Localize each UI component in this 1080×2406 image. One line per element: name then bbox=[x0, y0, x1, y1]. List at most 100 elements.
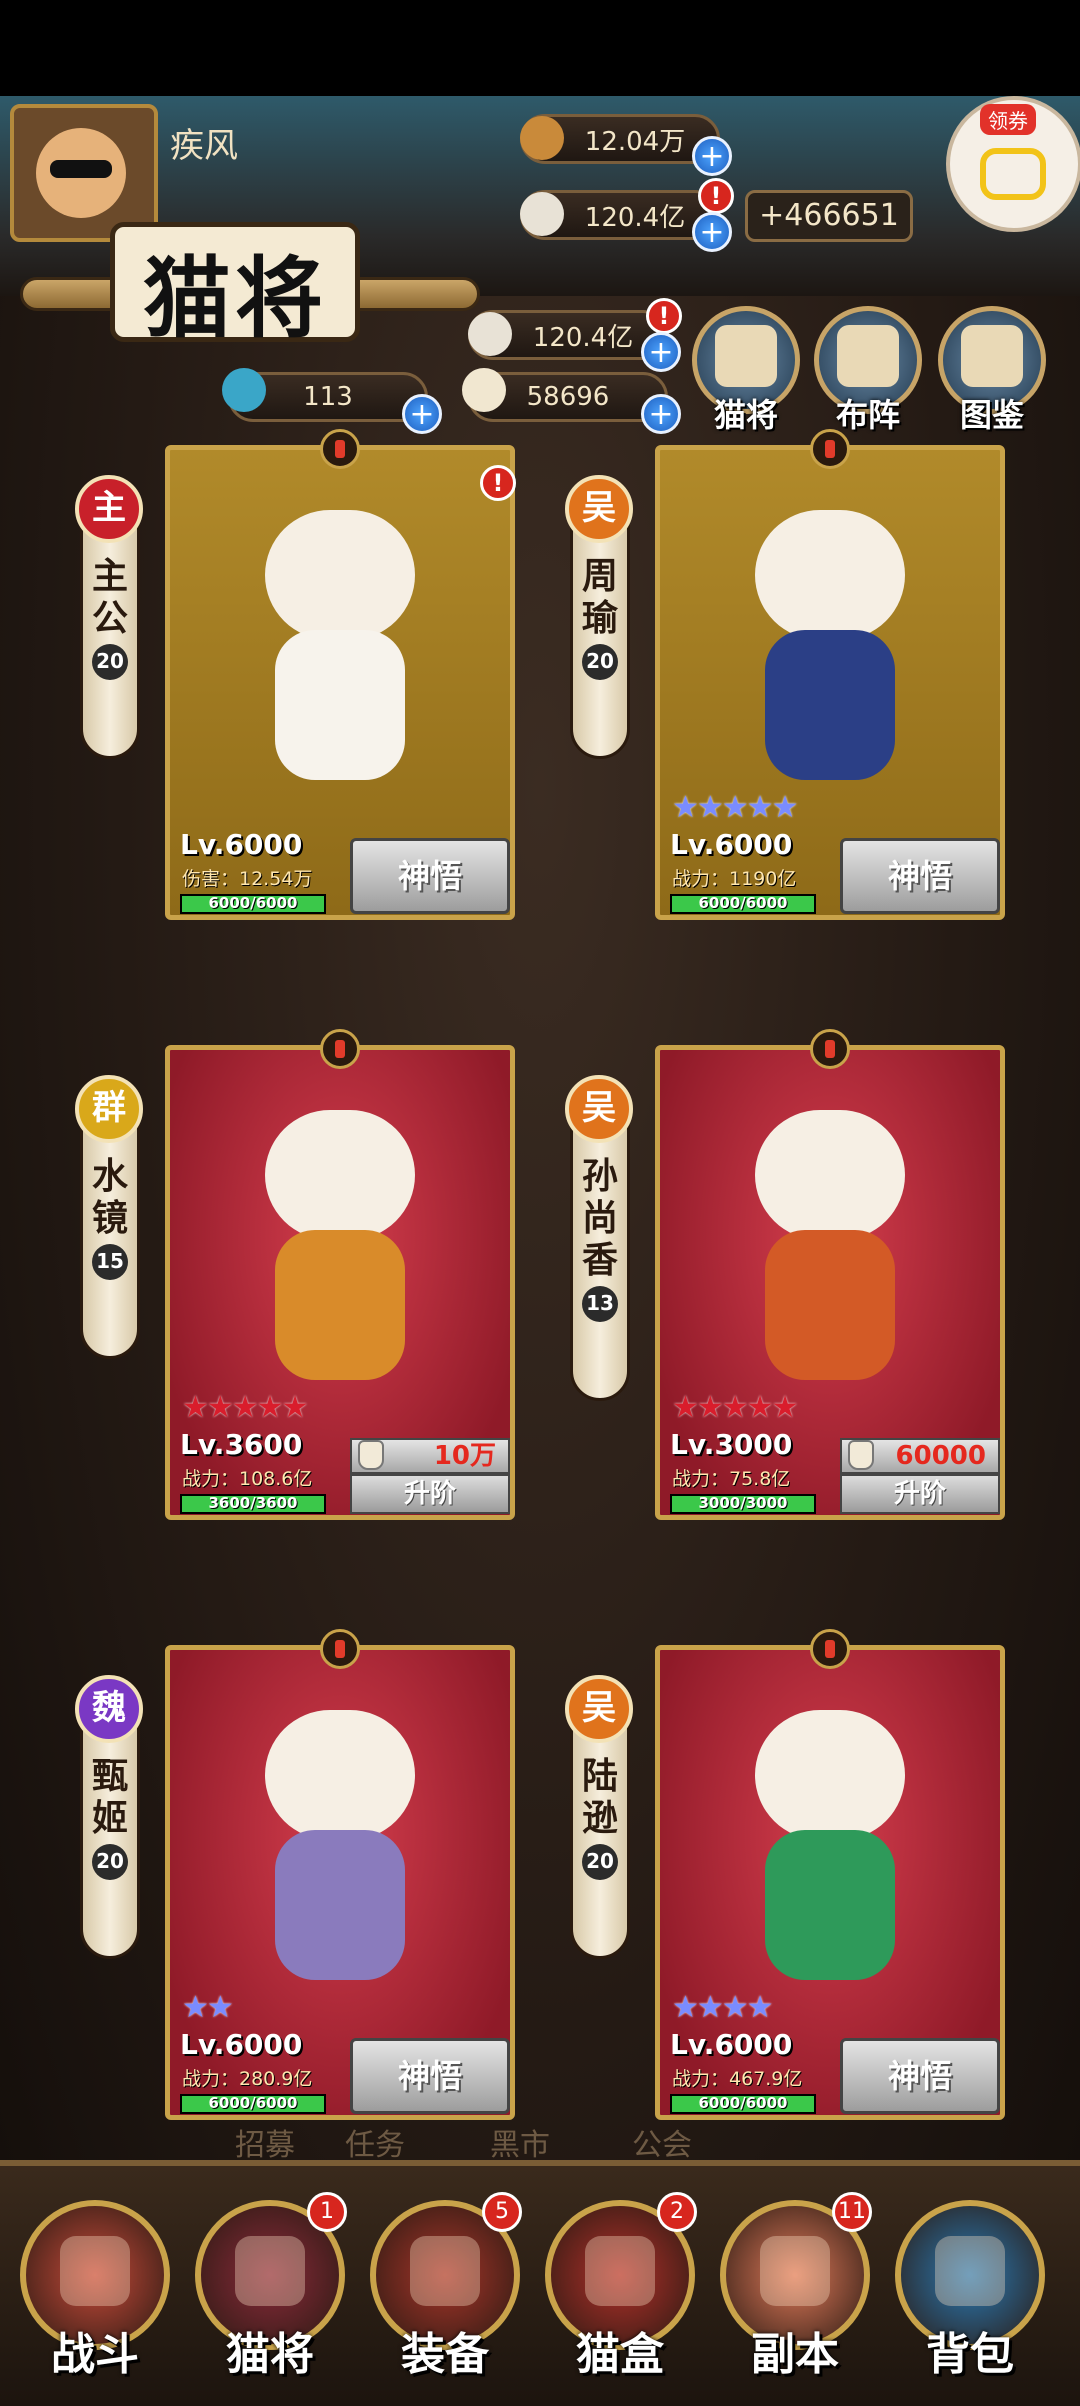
hero-card[interactable]: ★★★★★ Lv.3600 战力：108.6亿 3600/3600 10万 升阶 bbox=[165, 1045, 515, 1520]
hero-portrait bbox=[230, 1700, 450, 2000]
hero-name-char: 陆 bbox=[581, 1755, 618, 1797]
cat-box-icon bbox=[585, 2236, 655, 2306]
hero-power: 战力：280.9亿 bbox=[182, 2068, 313, 2090]
lantern-icon bbox=[810, 1029, 850, 1069]
star-rating: ★★ bbox=[182, 1990, 234, 2025]
hero-level: Lv.3600 bbox=[180, 1428, 303, 1461]
progress-text: 6000/6000 bbox=[208, 2094, 298, 2112]
star-rating: ★★★★★ bbox=[672, 790, 798, 825]
hero-level-tag: 13 bbox=[582, 1286, 618, 1322]
nav-badge: 11 bbox=[832, 2192, 872, 2232]
hero-name-char: 周 bbox=[581, 555, 618, 597]
nav-battle-label: 战斗 bbox=[51, 2329, 139, 2380]
hero-progress-bar: 3000/3000 bbox=[670, 1494, 816, 1514]
awaken-button[interactable]: 神悟 bbox=[350, 838, 510, 914]
upgrade-button[interactable]: 60000 升阶 bbox=[840, 1438, 1000, 1514]
behind-label-guild: 公会 bbox=[632, 2128, 692, 2163]
gamepad-icon bbox=[980, 148, 1046, 200]
cat-body-icon bbox=[765, 1830, 895, 1980]
hero-name-char: 镜 bbox=[91, 1197, 128, 1239]
lantern-icon bbox=[320, 429, 360, 469]
resource-top1-value: 12.04万 bbox=[584, 126, 686, 157]
add-top1-button[interactable]: + bbox=[692, 136, 732, 176]
hero-power: 战力：467.9亿 bbox=[672, 2068, 803, 2090]
lantern-icon bbox=[320, 1029, 360, 1069]
nav-dungeon-label: 副本 bbox=[751, 2329, 839, 2380]
formation-icon bbox=[837, 325, 899, 387]
hero-name-char: 香 bbox=[581, 1239, 618, 1281]
hero-portrait bbox=[230, 1100, 450, 1400]
alert-icon: ! bbox=[480, 465, 516, 501]
hero-progress-bar: 6000/6000 bbox=[180, 2094, 326, 2114]
lantern-icon bbox=[320, 1629, 360, 1669]
hero-name-char: 逊 bbox=[581, 1797, 618, 1839]
resource-mid1-value: 120.4亿 bbox=[532, 322, 634, 353]
faction-badge: 魏 bbox=[75, 1675, 143, 1743]
hero-portrait bbox=[720, 1700, 940, 2000]
bottle-icon bbox=[358, 1440, 384, 1470]
progress-text: 6000/6000 bbox=[698, 894, 788, 912]
upgrade-label: 升阶 bbox=[840, 1474, 1000, 1514]
progress-text: 6000/6000 bbox=[208, 894, 298, 912]
cat-head-icon bbox=[755, 510, 905, 640]
hero-level: Lv.6000 bbox=[180, 828, 303, 861]
hero-name-char: 水 bbox=[91, 1155, 128, 1197]
hero-portrait bbox=[230, 500, 450, 800]
equipment-icon bbox=[410, 2236, 480, 2306]
hero-portrait bbox=[720, 1100, 940, 1400]
gain-readout: +466651 bbox=[745, 190, 913, 242]
hero-card[interactable]: ★★★★★ Lv.3000 战力：75.8亿 3000/3000 60000 升阶 bbox=[655, 1045, 1005, 1520]
hero-progress-bar: 6000/6000 bbox=[180, 894, 326, 914]
awaken-button[interactable]: 神悟 bbox=[840, 838, 1000, 914]
status-bar bbox=[0, 0, 1080, 96]
bottle-icon bbox=[848, 1440, 874, 1470]
hero-card[interactable]: ★★★★ Lv.6000 战力：467.9亿 6000/6000 神悟 bbox=[655, 1645, 1005, 2120]
hero-progress-bar: 6000/6000 bbox=[670, 2094, 816, 2114]
cat-general-icon bbox=[235, 2236, 305, 2306]
hero-power: 战力：108.6亿 bbox=[182, 1468, 313, 1490]
lantern-icon bbox=[810, 1629, 850, 1669]
awaken-button[interactable]: 神悟 bbox=[350, 2038, 510, 2114]
bottle-icon bbox=[462, 368, 506, 412]
cat-body-icon bbox=[275, 630, 405, 780]
awaken-button[interactable]: 神悟 bbox=[840, 2038, 1000, 2114]
hero-progress-bar: 3600/3600 bbox=[180, 1494, 326, 1514]
alert-icon: ! bbox=[698, 178, 734, 214]
hero-name-char: 姬 bbox=[91, 1797, 128, 1839]
behind-label-recruit: 招募 bbox=[235, 2128, 295, 2163]
hero-card[interactable]: ★★★★★ Lv.6000 战力：1190亿 6000/6000 神悟 bbox=[655, 445, 1005, 920]
nav-equipment-label: 装备 bbox=[401, 2329, 489, 2380]
coupon-label: 领券 bbox=[980, 104, 1036, 135]
nav-backpack-label: 背包 bbox=[926, 2329, 1014, 2380]
coupon-button[interactable]: 领券 bbox=[950, 100, 1078, 228]
backpack-icon bbox=[935, 2236, 1005, 2306]
add-top2-button[interactable]: + bbox=[692, 212, 732, 252]
nav-cat-box-label: 猫盒 bbox=[576, 2329, 664, 2380]
add-mid1-button[interactable]: + bbox=[641, 332, 681, 372]
hero-power: 伤害：12.54万 bbox=[182, 868, 313, 890]
dungeon-icon bbox=[760, 2236, 830, 2306]
hero-card[interactable]: ★★ Lv.6000 战力：280.9亿 6000/6000 神悟 bbox=[165, 1645, 515, 2120]
add-left2-button[interactable]: + bbox=[641, 394, 681, 434]
hero-level-tag: 15 bbox=[92, 1244, 128, 1280]
hero-level: Lv.6000 bbox=[180, 2028, 303, 2061]
cat-general-label: 猫将 bbox=[713, 396, 778, 434]
battle-icon bbox=[60, 2236, 130, 2306]
gem-icon bbox=[222, 368, 266, 412]
cat-body-icon bbox=[275, 1830, 405, 1980]
star-rating: ★★★★★ bbox=[672, 1390, 798, 1425]
hero-name-char: 主 bbox=[91, 555, 128, 597]
upgrade-button[interactable]: 10万 升阶 bbox=[350, 1438, 510, 1514]
add-left1-button[interactable]: + bbox=[402, 394, 442, 434]
hero-power: 战力：1190亿 bbox=[672, 868, 797, 890]
resource-left2-value: 58696 bbox=[526, 382, 610, 412]
cat-head-icon bbox=[265, 1110, 415, 1240]
behind-label-task: 任务 bbox=[345, 2128, 405, 2163]
hero-card[interactable]: Lv.6000 伤害：12.54万 6000/6000 神悟 bbox=[165, 445, 515, 920]
nav-badge: 2 bbox=[657, 2192, 697, 2232]
upgrade-label: 升阶 bbox=[350, 1474, 510, 1514]
cat-head-icon bbox=[265, 510, 415, 640]
hero-name-char: 瑜 bbox=[581, 597, 618, 639]
hero-name-char: 孙 bbox=[581, 1155, 618, 1197]
hero-level: Lv.6000 bbox=[670, 828, 793, 861]
